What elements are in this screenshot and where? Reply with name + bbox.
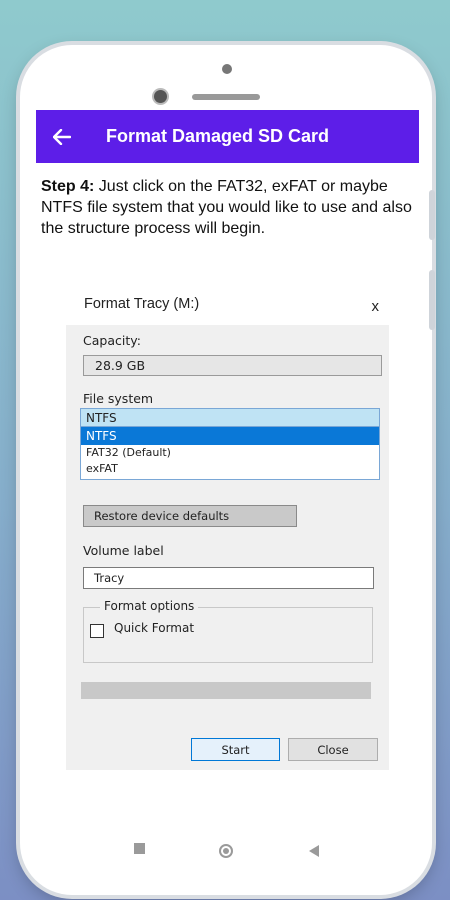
- format-dialog: Format Tracy (M:) x Capacity: 28.9 GB Fi…: [66, 289, 389, 770]
- restore-defaults-button[interactable]: Restore device defaults: [83, 505, 297, 527]
- close-icon[interactable]: x: [372, 298, 380, 315]
- volume-button: [429, 190, 435, 240]
- format-progress-bar: [81, 682, 371, 699]
- home-dot: [223, 848, 229, 854]
- close-button[interactable]: Close: [288, 738, 378, 761]
- capacity-label: Capacity:: [83, 333, 141, 348]
- file-system-dropdown[interactable]: NTFS NTFS FAT32 (Default) exFAT: [80, 408, 380, 480]
- instruction-text: Step 4: Just click on the FAT32, exFAT o…: [41, 176, 413, 239]
- quick-format-label[interactable]: Quick Format: [114, 621, 194, 635]
- format-options-legend: Format options: [100, 599, 199, 613]
- volume-label-heading: Volume label: [83, 543, 164, 558]
- file-system-option-exfat[interactable]: exFAT: [81, 461, 379, 477]
- recents-square-icon[interactable]: [134, 843, 145, 854]
- file-system-option-fat32[interactable]: FAT32 (Default): [81, 445, 379, 461]
- start-button[interactable]: Start: [191, 738, 280, 761]
- file-system-option-ntfs-selected[interactable]: NTFS: [81, 427, 379, 445]
- file-system-option-ntfs[interactable]: NTFS: [81, 409, 379, 427]
- dialog-title: Format Tracy (M:): [84, 296, 200, 312]
- earpiece-speaker: [192, 94, 260, 100]
- home-circle-icon[interactable]: [219, 844, 233, 858]
- format-options-group: Format options Quick Format: [83, 599, 373, 663]
- page-title: Format Damaged SD Card: [106, 126, 330, 146]
- capacity-select[interactable]: 28.9 GB: [83, 355, 382, 376]
- quick-format-checkbox[interactable]: [90, 624, 104, 638]
- back-arrow-icon[interactable]: [36, 128, 88, 145]
- proximity-sensor: [222, 64, 232, 74]
- step-description: Just click on the FAT32, exFAT or maybe …: [41, 178, 412, 237]
- step-label: Step 4:: [41, 178, 95, 195]
- volume-label-input[interactable]: Tracy: [83, 567, 374, 589]
- app-bar: Format Damaged SD Card: [36, 110, 419, 163]
- file-system-label: File system: [83, 391, 154, 406]
- back-triangle-icon[interactable]: [309, 845, 319, 857]
- dialog-titlebar: Format Tracy (M:) x: [66, 289, 389, 325]
- power-button: [429, 270, 435, 330]
- front-camera: [154, 90, 167, 103]
